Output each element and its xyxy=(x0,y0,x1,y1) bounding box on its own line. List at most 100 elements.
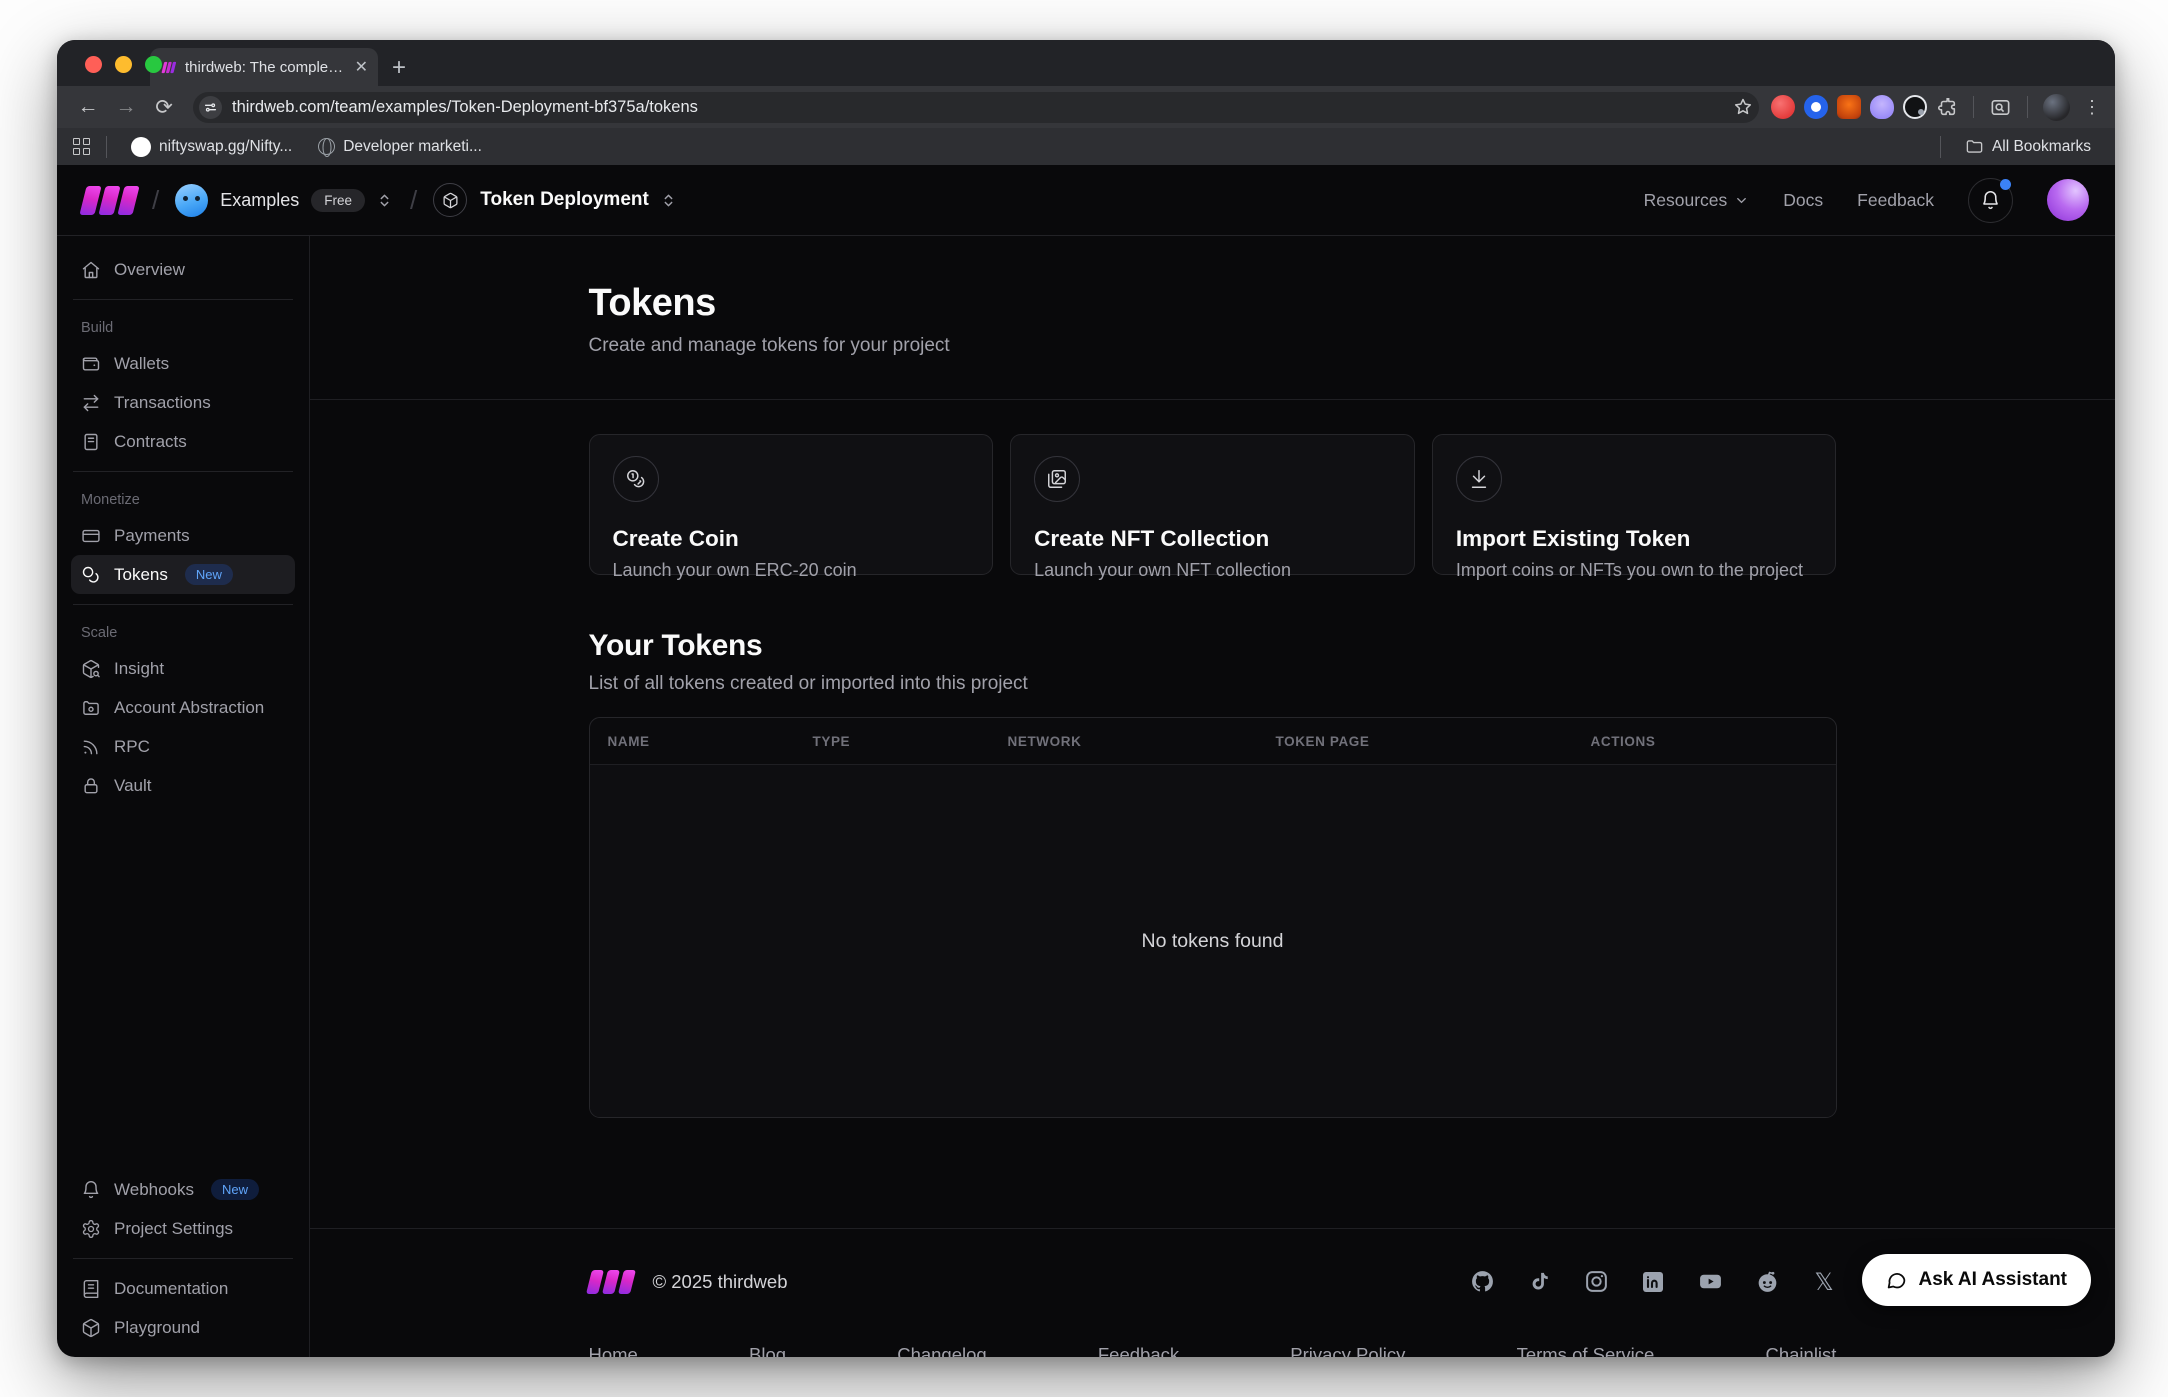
create-coin-card[interactable]: Create Coin Launch your own ERC-20 coin xyxy=(589,434,994,575)
minimize-window-button[interactable] xyxy=(115,56,132,73)
sidebar: Overview Build Wallets Transactions xyxy=(57,236,310,1357)
sidebar-item-wallets[interactable]: Wallets xyxy=(71,344,295,383)
sidebar-item-playground[interactable]: Playground xyxy=(71,1308,295,1347)
sidebar-item-label: Contracts xyxy=(114,432,187,452)
extension-icon-clock[interactable] xyxy=(1903,95,1927,119)
reddit-icon[interactable] xyxy=(1755,1269,1780,1294)
sidebar-item-payments[interactable]: Payments xyxy=(71,516,295,555)
footer-link-terms-of-service[interactable]: Terms of Service xyxy=(1517,1344,1655,1357)
docs-link[interactable]: Docs xyxy=(1783,190,1823,211)
browser-menu-icon[interactable]: ⋮ xyxy=(2083,97,2101,118)
team-name[interactable]: Examples xyxy=(220,190,299,211)
github-icon[interactable] xyxy=(1470,1269,1495,1294)
reload-icon[interactable]: ⟳ xyxy=(147,90,181,124)
x-twitter-icon[interactable]: 𝕏 xyxy=(1812,1269,1837,1294)
sidebar-item-rpc[interactable]: RPC xyxy=(71,727,295,766)
account-avatar[interactable] xyxy=(2047,179,2089,221)
table-header-row: NAME TYPE NETWORK TOKEN PAGE ACTIONS xyxy=(590,718,1836,765)
maximize-window-button[interactable] xyxy=(145,56,162,73)
social-links: 𝕏 xyxy=(1470,1269,1837,1294)
phantom-extension-icon[interactable] xyxy=(1870,95,1894,119)
feedback-link[interactable]: Feedback xyxy=(1857,190,1934,211)
sidebar-item-label: Wallets xyxy=(114,354,169,374)
footer-links: Home Blog Changelog Feedback Privacy Pol… xyxy=(589,1344,1837,1357)
bookmark-item[interactable]: niftyswap.gg/Nifty... xyxy=(123,137,300,157)
footer-link-privacy-policy[interactable]: Privacy Policy xyxy=(1290,1344,1405,1357)
thirdweb-logo[interactable] xyxy=(83,186,136,215)
sidebar-item-documentation[interactable]: Documentation xyxy=(71,1269,295,1308)
site-settings-icon[interactable] xyxy=(199,96,222,119)
credit-card-icon xyxy=(81,526,101,546)
sidebar-item-overview[interactable]: Overview xyxy=(71,250,295,289)
thirdweb-footer-logo xyxy=(589,1270,633,1294)
team-avatar[interactable] xyxy=(175,184,208,217)
sidebar-item-label: Vault xyxy=(114,776,152,796)
browser-tab[interactable]: thirdweb: The complete web3 ✕ xyxy=(150,48,378,86)
resources-menu[interactable]: Resources xyxy=(1644,190,1750,211)
back-icon[interactable]: ← xyxy=(71,90,105,124)
bookmark-star-icon[interactable] xyxy=(1733,97,1753,117)
project-switcher-icon[interactable] xyxy=(659,191,678,210)
all-bookmarks-button[interactable]: All Bookmarks xyxy=(1957,137,2099,156)
sidebar-item-insight[interactable]: Insight xyxy=(71,649,295,688)
footer-link-blog[interactable]: Blog xyxy=(749,1344,786,1357)
sidebar-item-label: Project Settings xyxy=(114,1219,233,1239)
footer-link-feedback[interactable]: Feedback xyxy=(1098,1344,1179,1357)
tiktok-icon[interactable] xyxy=(1527,1269,1552,1294)
extension-icon-blue[interactable] xyxy=(1804,95,1828,119)
folder-icon xyxy=(1965,137,1984,156)
sidebar-item-project-settings[interactable]: Project Settings xyxy=(71,1209,295,1248)
browser-profile-avatar[interactable] xyxy=(2043,94,2070,121)
address-bar[interactable]: thirdweb.com/team/examples/Token-Deploym… xyxy=(193,92,1759,123)
page-header: Tokens Create and manage tokens for your… xyxy=(310,236,2115,400)
cube-icon xyxy=(81,1318,101,1338)
sidebar-item-tokens[interactable]: Tokens New xyxy=(71,555,295,594)
sidebar-section-scale: Scale xyxy=(81,625,285,641)
sidebar-item-webhooks[interactable]: Webhooks New xyxy=(71,1170,295,1209)
forward-icon[interactable]: → xyxy=(109,90,143,124)
instagram-icon[interactable] xyxy=(1584,1269,1609,1294)
ask-ai-assistant-button[interactable]: Ask AI Assistant xyxy=(1862,1254,2091,1306)
github-favicon xyxy=(131,137,151,157)
metamask-extension-icon[interactable] xyxy=(1837,95,1861,119)
footer: © 2025 thirdweb xyxy=(310,1228,2115,1357)
browser-toolbar: ← → ⟳ thirdweb.com/team/examples/Token-D… xyxy=(57,86,2115,128)
extensions-puzzle-icon[interactable] xyxy=(1936,96,1958,118)
your-tokens-subtitle: List of all tokens created or imported i… xyxy=(589,673,1837,695)
extension-icon-red[interactable] xyxy=(1771,95,1795,119)
footer-link-changelog[interactable]: Changelog xyxy=(897,1344,987,1357)
create-nft-collection-card[interactable]: Create NFT Collection Launch your own NF… xyxy=(1010,434,1415,575)
notifications-button[interactable] xyxy=(1968,178,2013,223)
close-window-button[interactable] xyxy=(85,56,102,73)
import-existing-token-card[interactable]: Import Existing Token Import coins or NF… xyxy=(1432,434,1837,575)
extensions-row: ⋮ xyxy=(1771,94,2101,121)
column-actions: ACTIONS xyxy=(1591,734,1818,749)
sidebar-item-vault[interactable]: Vault xyxy=(71,766,295,805)
wallet-icon xyxy=(81,354,101,374)
team-switcher-icon[interactable] xyxy=(375,191,394,210)
tab-close-icon[interactable]: ✕ xyxy=(355,57,368,77)
sidebar-item-label: Account Abstraction xyxy=(114,698,264,718)
linkedin-icon[interactable] xyxy=(1641,1269,1666,1294)
bell-icon xyxy=(81,1180,101,1200)
sidebar-item-contracts[interactable]: Contracts xyxy=(71,422,295,461)
images-icon xyxy=(1034,456,1080,502)
bookmarks-divider xyxy=(106,136,107,158)
toolbar-divider xyxy=(2027,96,2028,118)
apps-grid-icon[interactable] xyxy=(73,138,90,155)
bookmark-label: Developer marketi... xyxy=(343,138,482,156)
sidebar-divider xyxy=(73,1258,293,1259)
sidebar-item-account-abstraction[interactable]: Account Abstraction xyxy=(71,688,295,727)
bookmark-item[interactable]: Developer marketi... xyxy=(310,138,490,156)
url-text[interactable]: thirdweb.com/team/examples/Token-Deploym… xyxy=(232,98,1723,117)
footer-link-home[interactable]: Home xyxy=(589,1344,638,1357)
new-tab-button[interactable]: + xyxy=(392,56,406,80)
sidebar-item-label: Insight xyxy=(114,659,164,679)
footer-link-chainlist[interactable]: Chainlist xyxy=(1765,1344,1836,1357)
project-name[interactable]: Token Deployment xyxy=(480,189,649,211)
youtube-icon[interactable] xyxy=(1698,1269,1723,1294)
card-title: Import Existing Token xyxy=(1456,526,1813,552)
sidebar-item-transactions[interactable]: Transactions xyxy=(71,383,295,422)
project-icon xyxy=(433,183,467,217)
side-panel-icon[interactable] xyxy=(1989,96,2012,119)
